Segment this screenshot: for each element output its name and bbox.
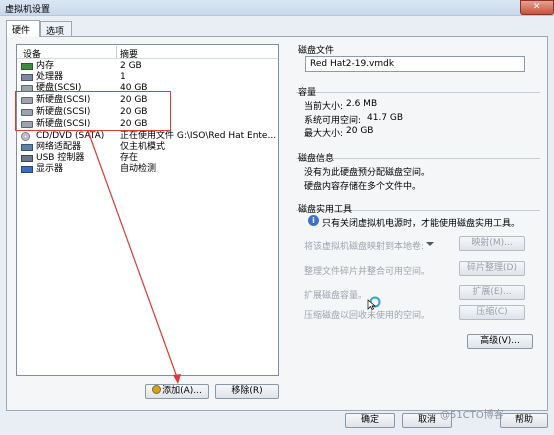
expand-button[interactable]: 扩展(E)... bbox=[459, 285, 525, 300]
disk-utilities-title: 磁盘实用工具 bbox=[298, 205, 353, 215]
usb-controller-icon bbox=[21, 155, 33, 162]
max-size-value: 20 GB bbox=[346, 126, 374, 136]
annotation-highlight-box bbox=[15, 91, 171, 131]
add-button-label: 添加(A)... bbox=[162, 386, 202, 396]
cd-dvd-icon bbox=[21, 132, 30, 141]
title-bar: 虚拟机设置 bbox=[0, 0, 554, 16]
device-name: 处理器 bbox=[36, 72, 64, 82]
device-summary: 正在使用文件 G:\ISO\Red Hat Ente... bbox=[120, 131, 277, 141]
info-icon: i bbox=[308, 215, 319, 226]
map-label: 将该虚拟机磁盘映射到本地卷: bbox=[304, 242, 425, 252]
disk-file-title: 磁盘文件 bbox=[298, 46, 335, 56]
device-row-network-adapter[interactable]: 网络适配器 仅主机模式 bbox=[17, 142, 278, 153]
device-name: CD/DVD (SATA) bbox=[36, 131, 105, 141]
device-row-memory[interactable]: 内存 2 GB bbox=[17, 61, 278, 72]
help-button[interactable]: 帮助 bbox=[500, 413, 548, 428]
map-button[interactable]: 映射(M)... bbox=[459, 236, 525, 251]
defrag-button[interactable]: 碎片整理(D) bbox=[459, 261, 525, 276]
section-divider bbox=[296, 92, 540, 93]
network-adapter-icon bbox=[21, 144, 33, 151]
disk-info-line2: 硬盘内容存储在多个文件中。 bbox=[304, 182, 422, 192]
device-list-header: 设备 摘要 bbox=[17, 45, 278, 60]
device-name: 显示器 bbox=[36, 164, 64, 174]
memory-icon bbox=[21, 63, 33, 70]
device-summary: 仅主机模式 bbox=[120, 142, 166, 152]
disk-info-title: 磁盘信息 bbox=[298, 154, 335, 164]
device-row-cd-dvd[interactable]: CD/DVD (SATA) 正在使用文件 G:\ISO\Red Hat Ente… bbox=[17, 131, 278, 142]
add-icon bbox=[152, 385, 162, 394]
device-summary: 2 GB bbox=[120, 61, 142, 71]
max-size-label: 最大大小: bbox=[304, 129, 344, 139]
device-name: 网络适配器 bbox=[36, 142, 82, 152]
device-summary: 1 bbox=[120, 72, 126, 82]
ok-button[interactable]: 确定 bbox=[345, 413, 395, 428]
device-summary: 存在 bbox=[120, 153, 139, 163]
tab-hardware[interactable]: 硬件 bbox=[6, 20, 40, 37]
defrag-label: 整理文件碎片并整合可用空间。 bbox=[304, 267, 431, 277]
watermark: @51CTO博客 bbox=[440, 410, 504, 421]
busy-cursor-icon bbox=[367, 296, 381, 310]
advanced-button[interactable]: 高级(V)... bbox=[467, 334, 533, 349]
column-separator bbox=[116, 46, 117, 58]
tab-options[interactable]: 选项 bbox=[40, 21, 72, 37]
add-button[interactable]: 添加(A)... bbox=[145, 384, 209, 399]
close-button[interactable] bbox=[520, 0, 554, 15]
device-row-processor[interactable]: 处理器 1 bbox=[17, 72, 278, 83]
device-row-usb-controller[interactable]: USB 控制器 存在 bbox=[17, 153, 278, 164]
column-header-device[interactable]: 设备 bbox=[23, 47, 41, 60]
current-size-label: 当前大小: bbox=[304, 102, 344, 112]
remove-button[interactable]: 移除(R) bbox=[215, 384, 279, 399]
disk-utilities-notice: 只有关闭虚拟机电源时，才能使用磁盘实用工具。 bbox=[322, 219, 521, 229]
device-name: 内存 bbox=[36, 61, 55, 71]
compact-button[interactable]: 压缩(C) bbox=[459, 305, 525, 320]
device-name: USB 控制器 bbox=[36, 153, 85, 163]
device-summary: 自动检测 bbox=[120, 164, 157, 174]
window-title: 虚拟机设置 bbox=[5, 5, 51, 15]
disk-info-line1: 没有为此硬盘预分配磁盘空间。 bbox=[304, 168, 431, 178]
column-header-summary[interactable]: 摘要 bbox=[120, 47, 138, 60]
free-space-value: 41.7 GB bbox=[367, 113, 404, 123]
capacity-title: 容量 bbox=[298, 88, 317, 98]
cpu-icon bbox=[21, 74, 33, 81]
disk-file-field[interactable]: Red Hat2-19.vmdk bbox=[305, 56, 525, 72]
display-icon bbox=[21, 166, 33, 173]
expand-label: 扩展磁盘容量。 bbox=[304, 291, 368, 301]
device-row-display[interactable]: 显示器 自动检测 bbox=[17, 164, 278, 175]
free-space-label: 系统可用空间: bbox=[304, 116, 362, 126]
chevron-down-icon bbox=[423, 239, 436, 250]
current-size-value: 2.6 MB bbox=[346, 99, 378, 109]
